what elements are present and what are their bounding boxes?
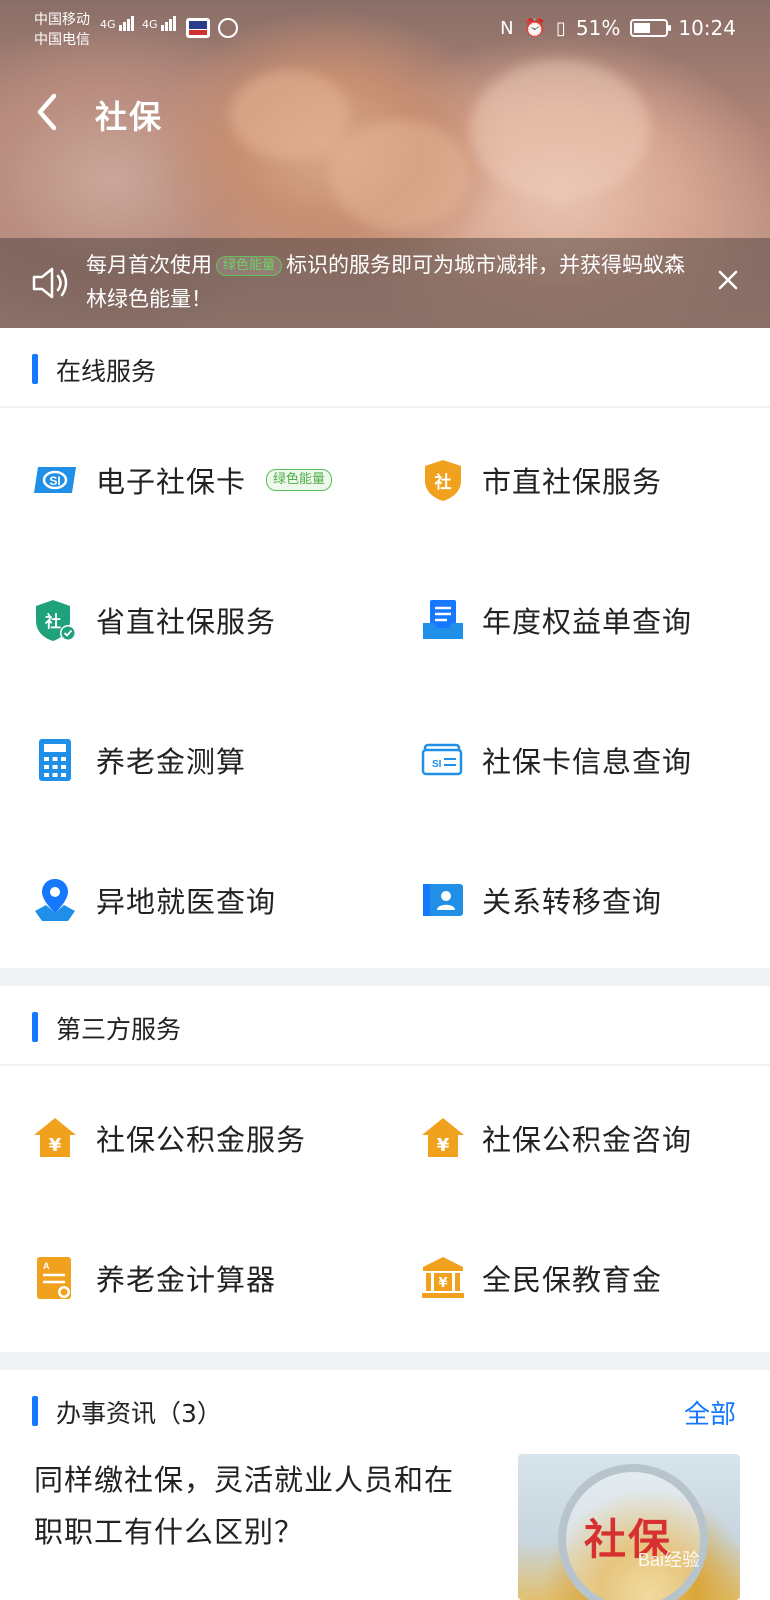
sync-icon	[218, 18, 238, 38]
carrier-2: 中国电信	[34, 32, 90, 48]
shield-check-icon: 社	[36, 600, 76, 641]
si-card-icon: SI	[34, 467, 76, 493]
nfc-icon: N	[500, 17, 514, 39]
service-label: 异地就医查询	[96, 885, 277, 919]
service-pension-estimate[interactable]: 养老金测算	[0, 690, 385, 830]
page-title: 社保	[95, 98, 164, 136]
signal-1: 4G	[100, 16, 135, 31]
chevron-left-icon	[37, 93, 57, 131]
service-fund-service[interactable]: ¥ 社保公积金服务	[0, 1068, 385, 1208]
signal-bars-icon	[119, 16, 135, 31]
svg-text:¥: ¥	[437, 1135, 450, 1156]
service-si-card-info[interactable]: SI 社保卡信息查询	[385, 690, 770, 830]
news-item[interactable]: 同样缴社保，灵活就业人员和在职职工有什么区别？ 社保 Bai经验	[0, 1414, 770, 1600]
speaker-icon	[32, 267, 68, 299]
signal-bars-icon	[161, 16, 177, 31]
calculator-icon	[39, 739, 71, 781]
carrier-1: 中国移动	[34, 12, 90, 28]
document-tray-icon	[423, 600, 463, 639]
service-province-si[interactable]: 社 省直社保服务	[0, 550, 385, 690]
thumbnail-watermark: Bai经验	[638, 1550, 701, 1570]
battery-percent: 51%	[575, 16, 621, 40]
shield-she-icon: 社	[425, 460, 461, 501]
service-label: 养老金测算	[96, 745, 247, 779]
svg-text:社: 社	[434, 472, 452, 493]
service-label: 全民保教育金	[482, 1263, 663, 1297]
service-transfer-query[interactable]: 关系转移查询	[385, 830, 770, 970]
network-type-1: 4G	[100, 18, 116, 31]
carrier-labels: 中国移动 中国电信	[34, 10, 90, 50]
news-thumbnail: 社保 Bai经验	[518, 1454, 740, 1600]
service-education-fund[interactable]: ¥ 全民保教育金	[385, 1208, 770, 1348]
battery-icon	[630, 19, 672, 37]
section-header: 办事资讯（3） 全部	[0, 1370, 770, 1430]
service-city-si[interactable]: 社 市直社保服务	[385, 410, 770, 550]
header-banner: 中国移动 中国电信 4G 4G N ⏰ ▯ 51% 10:24 社保 每月首次使…	[0, 0, 770, 328]
service-label: 省直社保服务	[96, 605, 277, 639]
service-pension-calculator[interactable]: A 养老金计算器	[0, 1208, 385, 1348]
service-remote-medical[interactable]: 异地就医查询	[0, 830, 385, 970]
green-energy-tag: 绿色能量	[216, 256, 283, 276]
status-bar: 中国移动 中国电信 4G 4G N ⏰ ▯ 51% 10:24	[0, 0, 770, 60]
section-title: 在线服务	[56, 357, 157, 386]
section-header: 第三方服务	[0, 986, 770, 1066]
certificate-icon: A	[37, 1257, 71, 1299]
service-label: 关系转移查询	[482, 885, 663, 919]
house-yuan-icon: ¥	[422, 1118, 464, 1157]
nav-bar: 社保	[0, 80, 770, 144]
svg-text:A: A	[43, 1261, 50, 1271]
close-icon[interactable]	[714, 266, 742, 294]
service-label: 社保卡信息查询	[482, 745, 693, 779]
contact-card-icon	[423, 884, 463, 916]
si-card-outline-icon: SI	[421, 743, 463, 776]
service-grid: ¥ 社保公积金服务 ¥ 社保公积金咨询 A 养老金计算器 ¥ 全民保教育金	[0, 1066, 770, 1348]
service-grid: SI 电子社保卡 绿色能量 社 市直社保服务 社 省直社保服务 年度权益单查询 …	[0, 408, 770, 970]
svg-text:¥: ¥	[49, 1135, 62, 1156]
alarm-icon: ⏰	[523, 17, 546, 39]
service-fund-consult[interactable]: ¥ 社保公积金咨询	[385, 1068, 770, 1208]
online-services-section: 在线服务 SI 电子社保卡 绿色能量 社 市直社保服务 社 省直社保服务 年度权…	[0, 328, 770, 968]
house-yuan-icon: ¥	[34, 1118, 76, 1157]
section-header: 在线服务	[0, 328, 770, 408]
section-accent-bar	[32, 354, 38, 384]
network-type-2: 4G	[142, 18, 158, 31]
service-annual-statement[interactable]: 年度权益单查询	[385, 550, 770, 690]
service-label: 社保公积金咨询	[482, 1123, 693, 1157]
news-section: 办事资讯（3） 全部 同样缴社保，灵活就业人员和在职职工有什么区别？ 社保 Ba…	[0, 1370, 770, 1600]
green-energy-tag: 绿色能量	[266, 469, 333, 491]
section-accent-bar	[32, 1012, 38, 1042]
svg-text:社: 社	[44, 612, 61, 631]
vibrate-icon: ▯	[556, 17, 566, 39]
third-party-section: 第三方服务 ¥ 社保公积金服务 ¥ 社保公积金咨询 A 养老金计算器 ¥ 全民保…	[0, 986, 770, 1352]
bank-icon: ¥	[422, 1257, 464, 1298]
svg-text:SI: SI	[49, 474, 60, 488]
svg-text:¥: ¥	[438, 1276, 447, 1291]
status-right: N ⏰ ▯ 51% 10:24	[500, 16, 736, 40]
green-energy-notice: 每月首次使用 绿色能量 标识的服务即可为城市减排，并获得蚂蚁森林绿色能量！	[0, 238, 770, 328]
section-title: 第三方服务	[56, 1015, 182, 1044]
notice-text-before: 每月首次使用	[86, 253, 212, 277]
service-label: 市直社保服务	[482, 465, 663, 499]
app-notification-icon	[186, 18, 210, 38]
map-pin-icon	[35, 879, 75, 921]
news-title: 同样缴社保，灵活就业人员和在职职工有什么区别？	[34, 1463, 455, 1549]
service-label: 电子社保卡	[96, 465, 247, 499]
clock: 10:24	[678, 16, 736, 40]
signal-2: 4G	[142, 16, 177, 31]
notice-text: 每月首次使用 绿色能量 标识的服务即可为城市减排，并获得蚂蚁森林绿色能量！	[86, 248, 696, 316]
service-e-si-card[interactable]: SI 电子社保卡 绿色能量	[0, 410, 385, 550]
service-label: 年度权益单查询	[482, 605, 693, 639]
service-label: 养老金计算器	[96, 1263, 277, 1297]
back-button[interactable]	[30, 90, 66, 134]
svg-text:SI: SI	[432, 759, 442, 770]
service-label: 社保公积金服务	[96, 1123, 307, 1157]
